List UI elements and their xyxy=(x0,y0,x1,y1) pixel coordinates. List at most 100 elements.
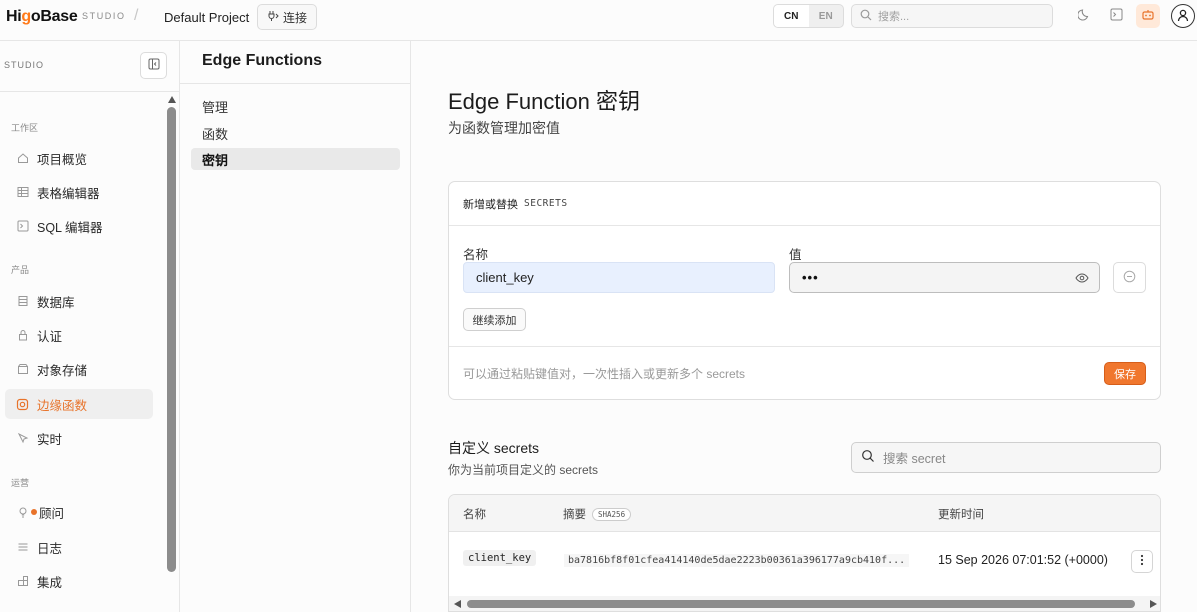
card-header-label: 新增或替换 xyxy=(463,198,518,211)
brand-text-suffix: oBase xyxy=(30,8,78,25)
sidebar-item-auth[interactable]: 认证 xyxy=(5,320,153,350)
grid-icon xyxy=(16,575,29,588)
ai-assistant-button[interactable] xyxy=(1136,4,1160,28)
terminal-icon xyxy=(1110,8,1123,24)
subnav-title: Edge Functions xyxy=(202,52,322,69)
brand-logo[interactable]: HigoBase xyxy=(6,8,78,26)
sidebar-item-sql-editor[interactable]: SQL 编辑器 xyxy=(5,211,153,241)
page-title: Edge Function 密钥 xyxy=(448,89,640,114)
custom-secrets-subtitle: 你为当前项目定义的 secrets xyxy=(448,463,599,477)
sidebar-item-label: 表格编辑器 xyxy=(37,186,100,201)
scroll-left-arrow[interactable] xyxy=(454,600,461,608)
search-icon xyxy=(860,9,872,24)
column-header-label: 摘要 xyxy=(563,509,586,521)
archive-icon xyxy=(16,363,29,376)
column-header-label: 更新时间 xyxy=(938,509,984,521)
table-header: 名称 摘要 SHA256 更新时间 xyxy=(449,495,1160,532)
top-bar: HigoBase STUDIO / Default Project 连接 CN … xyxy=(0,0,1197,41)
card-header-mono: SECRETS xyxy=(524,198,568,209)
secret-name-input[interactable]: client_key xyxy=(463,262,775,293)
paste-hint: 可以通过粘贴键值对，一次性插入或更新多个 secrets xyxy=(463,367,746,381)
row-actions-button[interactable] xyxy=(1131,550,1153,573)
search-icon xyxy=(861,449,875,466)
sidebar-item-label: 认证 xyxy=(37,329,63,344)
subnav-item-manage[interactable]: 管理 xyxy=(191,95,400,117)
secret-digest-cell: ba7816bf8f01cfea414140de5dae2223b00361a3… xyxy=(564,554,910,567)
secret-name-cell: client_key xyxy=(463,550,537,566)
plug-icon xyxy=(267,10,279,25)
add-secret-card: 新增或替换 SECRETS 名称 值 client_key ••• 继续添加 可… xyxy=(448,181,1161,400)
table-horizontal-scrollbar[interactable] xyxy=(449,596,1160,611)
name-field-label: 名称 xyxy=(463,248,489,262)
sidebar-collapse-icon xyxy=(148,58,160,73)
minus-circle-icon xyxy=(1123,270,1136,286)
home-icon xyxy=(16,152,29,165)
terminal-icon xyxy=(16,220,29,233)
connect-label: 连接 xyxy=(282,10,307,25)
robot-icon xyxy=(1141,8,1155,25)
sidebar-item-realtime[interactable]: 实时 xyxy=(5,423,153,453)
eye-icon[interactable] xyxy=(1075,271,1089,285)
sidebar-item-advisors[interactable]: 顾问 xyxy=(5,497,153,527)
subnav-divider xyxy=(180,83,410,84)
remove-row-button[interactable] xyxy=(1113,262,1146,293)
secrets-table: 名称 摘要 SHA256 更新时间 client_key ba7816bf8f0… xyxy=(448,494,1161,612)
secret-search-input[interactable]: 搜索 secret xyxy=(851,442,1161,473)
pointer-icon xyxy=(16,432,29,445)
language-toggle[interactable]: CN EN xyxy=(773,4,844,28)
theme-toggle-button[interactable] xyxy=(1072,4,1096,28)
sidebar-item-logs[interactable]: 日志 xyxy=(5,532,153,562)
edge-function-icon xyxy=(16,398,29,411)
table-icon xyxy=(16,186,29,199)
sidebar-item-integrations[interactable]: 集成 xyxy=(5,566,153,596)
sidebar-item-edge-functions[interactable]: 边缘函数 xyxy=(5,389,153,419)
list-icon xyxy=(16,541,29,554)
studio-tag: STUDIO xyxy=(82,11,126,21)
sha256-badge: SHA256 xyxy=(592,507,632,521)
subnav-item-secrets[interactable]: 密钥 xyxy=(191,148,400,170)
section-label-products: 产品 xyxy=(11,265,30,275)
subnav-item-functions[interactable]: 函数 xyxy=(191,122,400,144)
terminal-button[interactable] xyxy=(1104,4,1128,28)
lang-cn-option[interactable]: CN xyxy=(774,5,809,27)
scroll-right-arrow[interactable] xyxy=(1150,600,1157,608)
lightbulb-icon xyxy=(16,506,29,519)
sidebar-item-label: 数据库 xyxy=(37,295,75,310)
save-button[interactable]: 保存 xyxy=(1104,362,1146,385)
scroll-thumb[interactable] xyxy=(467,600,1135,608)
sidebar-scroll-up[interactable] xyxy=(168,96,176,103)
sidebar-item-table-editor[interactable]: 表格编辑器 xyxy=(5,177,153,207)
sidebar-item-storage[interactable]: 对象存储 xyxy=(5,354,153,384)
add-more-button[interactable]: 继续添加 xyxy=(463,308,526,331)
value-field-label: 值 xyxy=(789,248,802,262)
secret-value-input[interactable]: ••• xyxy=(789,262,1100,293)
connect-button[interactable]: 连接 xyxy=(257,4,317,30)
page-subtitle: 为函数管理加密值 xyxy=(448,120,560,136)
breadcrumb-separator: / xyxy=(134,7,139,24)
sidebar-item-label: SQL 编辑器 xyxy=(37,220,103,235)
section-label-operations: 运营 xyxy=(11,478,30,488)
lang-en-option[interactable]: EN xyxy=(809,5,844,27)
secret-value-masked: ••• xyxy=(802,270,819,285)
column-header-digest: 摘要 SHA256 xyxy=(563,506,632,522)
custom-secrets-title: 自定义 secrets xyxy=(448,440,540,456)
card-header: 新增或替换 SECRETS xyxy=(449,182,1160,226)
sidebar-scrollbar[interactable] xyxy=(167,107,176,572)
sidebar-item-label: 顾问 xyxy=(39,506,65,521)
sidebar-item-label: 边缘函数 xyxy=(37,398,88,413)
sidebar-divider xyxy=(0,91,179,92)
sidebar-item-label: 实时 xyxy=(37,432,63,447)
column-header-name: 名称 xyxy=(463,506,486,522)
project-name[interactable]: Default Project xyxy=(164,10,249,25)
column-header-updated: 更新时间 xyxy=(938,506,984,522)
sidebar-header: STUDIO xyxy=(4,60,45,70)
sidebar-item-label: 对象存储 xyxy=(37,363,88,378)
global-search[interactable]: 搜索... xyxy=(851,4,1053,28)
collapse-sidebar-button[interactable] xyxy=(140,52,167,79)
sidebar-item-database[interactable]: 数据库 xyxy=(5,286,153,316)
sidebar-item-overview[interactable]: 项目概览 xyxy=(5,143,153,173)
main-content: Edge Function 密钥 为函数管理加密值 新增或替换 SECRETS … xyxy=(412,41,1197,612)
user-avatar[interactable] xyxy=(1171,4,1195,28)
user-icon xyxy=(1176,8,1190,25)
sidebar-item-label: 项目概览 xyxy=(37,152,88,167)
